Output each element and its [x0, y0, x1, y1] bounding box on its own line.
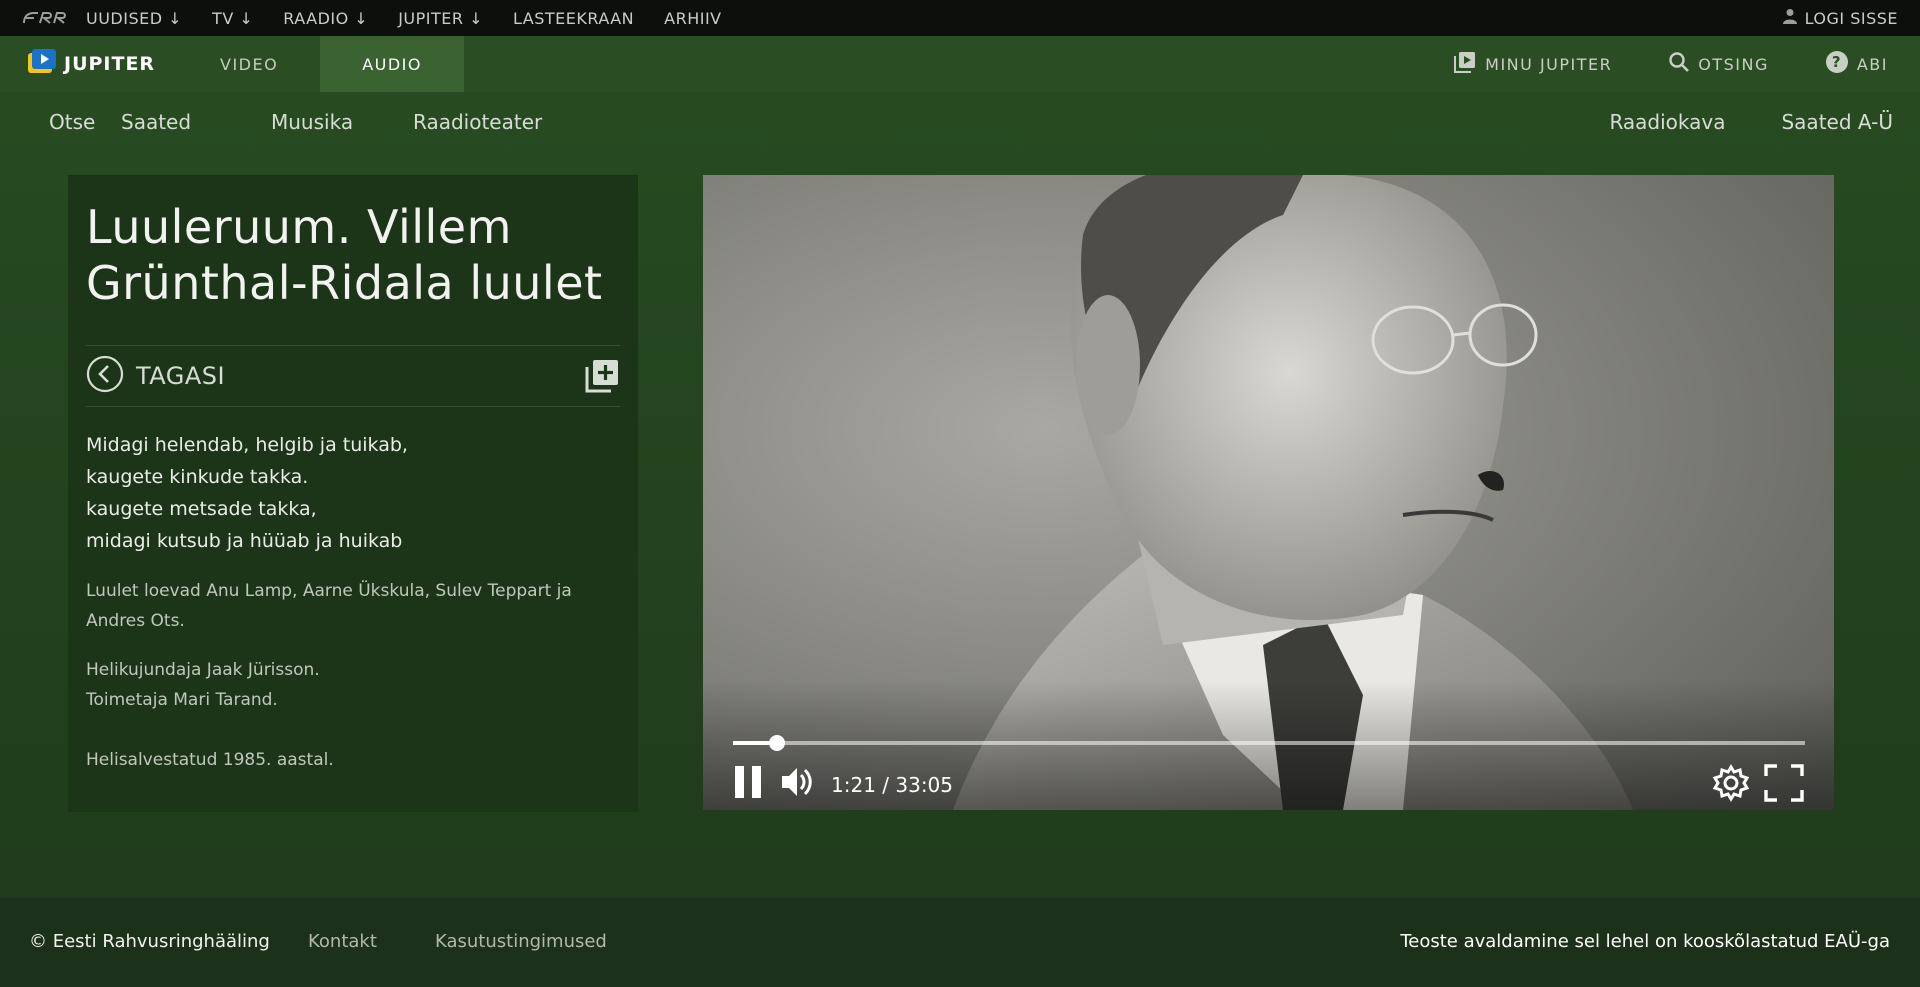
- player-controls: 1:21 / 33:05: [703, 680, 1834, 810]
- help-icon: ?: [1825, 50, 1849, 78]
- fullscreen-icon: [1764, 764, 1804, 806]
- jupiter-logo[interactable]: JUPITER: [28, 49, 178, 79]
- subnav-muusika[interactable]: Muusika: [271, 110, 413, 134]
- my-jupiter-label: MINU JUPITER: [1485, 54, 1613, 74]
- add-to-playlist-button[interactable]: [584, 358, 620, 398]
- user-icon: [1782, 8, 1797, 28]
- subnav-raadiokava[interactable]: Raadiokava: [1609, 110, 1725, 134]
- topnav-lasteekraan[interactable]: LASTEEKRAAN: [513, 9, 634, 28]
- fullscreen-button[interactable]: [1764, 764, 1804, 806]
- subnav-saated[interactable]: Saated: [121, 110, 271, 134]
- topnav-jupiter[interactable]: JUPITER ↓: [398, 9, 483, 28]
- poem-excerpt: Midagi helendab, helgib ja tuikab, kauge…: [86, 429, 408, 557]
- progress-handle[interactable]: [768, 735, 785, 751]
- media-player[interactable]: 1:21 / 33:05: [703, 175, 1834, 810]
- topnav-tv[interactable]: TV ↓: [212, 9, 253, 28]
- footer-terms-link[interactable]: Kasutustingimused: [435, 931, 607, 952]
- footer-copyright-notice: Teoste avaldamine sel lehel on kooskõlas…: [1400, 931, 1890, 952]
- poem-line: kaugete kinkude takka.: [86, 466, 309, 488]
- readers-credit: Luulet loevad Anu Lamp, Aarne Ükskula, S…: [86, 576, 616, 636]
- production-credits: Helikujundaja Jaak Jürisson. Toimetaja M…: [86, 655, 616, 715]
- poem-line: kaugete metsade takka,: [86, 498, 317, 520]
- jupiter-logo-text: JUPITER: [64, 53, 156, 75]
- sound-designer-credit: Helikujundaja Jaak Jürisson.: [86, 660, 320, 680]
- svg-text:?: ?: [1832, 53, 1842, 71]
- readers-line: Andres Ots.: [86, 611, 185, 631]
- footer-contact-link[interactable]: Kontakt: [308, 931, 377, 952]
- search-label: OTSING: [1698, 54, 1769, 74]
- search-icon: [1668, 51, 1690, 77]
- my-jupiter-button[interactable]: MINU JUPITER: [1453, 50, 1612, 78]
- err-logo[interactable]: [22, 11, 70, 25]
- search-button[interactable]: OTSING: [1668, 51, 1769, 77]
- topnav-arhiiv[interactable]: ARHIIV: [664, 9, 721, 28]
- footer: © Eesti Rahvusringhääling Kontakt Kasutu…: [0, 898, 1920, 987]
- subnav-saated-a-u[interactable]: Saated A-Ü: [1781, 110, 1893, 134]
- help-label: ABI: [1856, 54, 1888, 74]
- subnav-raadioteater[interactable]: Raadioteater: [413, 110, 542, 134]
- episode-title: Luuleruum. Villem Grünthal-Ridala luulet: [86, 200, 603, 310]
- volume-button[interactable]: [779, 764, 815, 804]
- back-button[interactable]: TAGASI: [86, 355, 225, 397]
- readers-line: Luulet loevad Anu Lamp, Aarne Ükskula, S…: [86, 581, 572, 601]
- poem-line: Midagi helendab, helgib ja tuikab,: [86, 434, 408, 456]
- help-button[interactable]: ? ABI: [1825, 50, 1888, 78]
- recording-year: Helisalvestatud 1985. aastal.: [86, 750, 334, 770]
- back-label: TAGASI: [136, 362, 226, 390]
- pause-button[interactable]: [733, 764, 765, 804]
- time-display: 1:21 / 33:05: [831, 773, 954, 797]
- pause-icon: [733, 766, 765, 804]
- poem-line: midagi kutsub ja hüüab ja huikab: [86, 530, 403, 552]
- episode-info-panel: Luuleruum. Villem Grünthal-Ridala luulet…: [68, 175, 638, 812]
- settings-button[interactable]: [1712, 764, 1750, 806]
- topnav-raadio[interactable]: RAADIO ↓: [283, 9, 368, 28]
- editor-credit: Toimetaja Mari Tarand.: [86, 690, 278, 710]
- jupiter-header: JUPITER VIDEO AUDIO MINU JUPITER OTSING …: [0, 36, 1920, 92]
- sub-navigation: Otse Saated Muusika Raadioteater Raadiok…: [0, 92, 1920, 152]
- playlist-icon: [1453, 50, 1477, 78]
- jupiter-logo-icon: [28, 49, 58, 79]
- progress-bar[interactable]: [733, 735, 1805, 751]
- add-playlist-icon: [584, 360, 620, 398]
- footer-copyright: © Eesti Rahvusringhääling: [29, 931, 270, 952]
- login-label: LOGI SISSE: [1804, 8, 1898, 28]
- back-row: TAGASI: [86, 345, 620, 407]
- tab-video[interactable]: VIDEO: [178, 36, 320, 92]
- volume-icon: [779, 768, 815, 804]
- login-button[interactable]: LOGI SISSE: [1782, 0, 1898, 36]
- chevron-left-circle-icon: [86, 355, 124, 397]
- tab-audio[interactable]: AUDIO: [320, 36, 464, 92]
- topnav-uudised[interactable]: UUDISED ↓: [86, 9, 182, 28]
- gear-icon: [1712, 764, 1750, 806]
- err-top-bar: UUDISED ↓ TV ↓ RAADIO ↓ JUPITER ↓ LASTEE…: [0, 0, 1920, 36]
- subnav-otse[interactable]: Otse: [49, 110, 121, 134]
